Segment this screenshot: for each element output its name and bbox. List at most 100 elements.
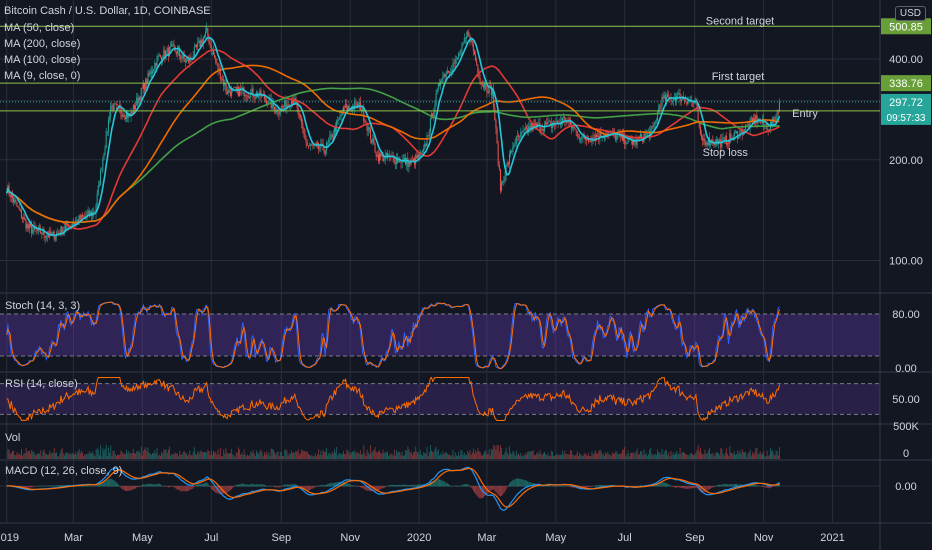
macd-hist-bar <box>513 479 515 487</box>
candle-body <box>438 83 440 86</box>
rsi-label[interactable]: RSI (14, close) <box>5 378 78 390</box>
volume-bar <box>345 454 347 459</box>
candle-body <box>450 71 452 73</box>
volume-bar <box>235 452 237 459</box>
macd-hist-bar <box>407 485 409 487</box>
indicator-ma100[interactable]: MA (100, close) <box>4 54 80 66</box>
macd-hist-bar <box>173 486 175 488</box>
candle-body <box>176 50 178 55</box>
volume-bar <box>488 449 490 459</box>
volume-bar <box>124 454 126 459</box>
macd-hist-bar <box>286 484 288 487</box>
volume-bar <box>170 455 172 459</box>
stoch-label[interactable]: Stoch (14, 3, 3) <box>5 300 80 312</box>
volume-bar <box>446 453 448 459</box>
volume-bar <box>127 452 129 459</box>
volume-bar <box>228 453 230 459</box>
macd-hist-bar <box>598 485 600 487</box>
volume-bar <box>709 447 710 459</box>
volume-bar <box>466 455 468 459</box>
macd-hist-bar <box>557 485 559 487</box>
macd-hist-bar <box>667 483 669 487</box>
volume-bar <box>435 446 437 459</box>
candle-body <box>44 235 46 238</box>
candle-body <box>148 73 150 75</box>
volume-bar <box>576 451 578 459</box>
macd-label[interactable]: MACD (12, 26, close, 9) <box>5 465 122 477</box>
macd-hist-bar <box>196 484 198 487</box>
volume-bar <box>486 454 488 459</box>
candle-body <box>554 124 556 126</box>
volume-bar <box>753 454 754 459</box>
volume-bar <box>704 449 706 459</box>
macd-hist-bar <box>449 484 451 487</box>
candle-body <box>337 119 339 121</box>
candle-body <box>28 224 30 229</box>
candle-body <box>704 138 706 145</box>
candle-body <box>428 131 430 137</box>
macd-hist-bar <box>250 484 252 487</box>
candle-body <box>333 126 335 136</box>
macd-hist-bar <box>383 486 385 488</box>
candle-body <box>459 53 461 55</box>
volume-bar <box>562 450 564 459</box>
macd-hist-bar <box>176 486 178 490</box>
candle-body <box>309 145 311 147</box>
candle-body <box>312 145 314 146</box>
candle-body <box>363 108 365 121</box>
candle-body <box>766 124 768 131</box>
volume-bar <box>329 453 331 459</box>
volume-bar <box>35 455 37 459</box>
candle-body <box>435 93 437 106</box>
candle-body <box>423 148 425 152</box>
macd-hist-bar <box>358 486 360 487</box>
candle-body <box>701 134 703 139</box>
volume-bar <box>723 455 725 459</box>
volume-bar <box>131 452 133 459</box>
candle-body <box>9 194 11 198</box>
volume-label[interactable]: Vol <box>5 432 20 444</box>
volume-bar <box>176 453 178 459</box>
macd-hist-bar <box>326 484 327 487</box>
volume-bar <box>590 456 592 459</box>
macd-hist-bar <box>104 481 106 487</box>
macd-hist-bar <box>442 480 444 487</box>
candle-body <box>254 97 256 98</box>
volume-bar <box>271 448 273 459</box>
candle-body <box>243 87 245 97</box>
macd-hist-bar <box>563 485 565 487</box>
ma100-line <box>6 64 780 224</box>
volume-bar <box>9 453 11 459</box>
macd-hist-bar <box>208 485 210 487</box>
volume-bar <box>8 449 10 459</box>
volume-bar <box>253 453 255 459</box>
candle-body <box>703 138 705 141</box>
macd-hist-bar <box>169 486 170 488</box>
volume-bar <box>413 452 414 459</box>
macd-hist-bar <box>356 486 358 487</box>
macd-hist-bar <box>165 486 167 487</box>
volume-bar <box>432 451 434 459</box>
volume-bar <box>489 455 491 459</box>
candle-body <box>76 219 78 221</box>
volume-bar <box>678 454 680 459</box>
volume-bar <box>256 450 257 459</box>
volume-bar <box>764 456 766 459</box>
candle-body <box>15 200 17 203</box>
chart-canvas[interactable]: 2019MarMayJulSepNov2020MarMayJulSepNov20… <box>0 0 932 550</box>
macd-hist-bar <box>597 485 599 487</box>
volume-bar <box>63 455 65 459</box>
indicator-ma200[interactable]: MA (200, close) <box>4 38 80 50</box>
candle-body <box>577 136 579 138</box>
candle-body <box>166 48 168 52</box>
candle-body <box>663 95 665 99</box>
volume-bar <box>622 449 623 459</box>
volume-bar <box>763 451 765 459</box>
candle-body <box>197 42 199 48</box>
volume-bar <box>120 450 122 459</box>
indicator-ma9[interactable]: MA (9, close, 0) <box>4 70 80 82</box>
currency-button[interactable]: USD <box>894 6 926 21</box>
macd-hist-bar <box>26 486 28 488</box>
indicator-ma50[interactable]: MA (50, close) <box>4 22 74 34</box>
volume-bar <box>597 453 599 459</box>
